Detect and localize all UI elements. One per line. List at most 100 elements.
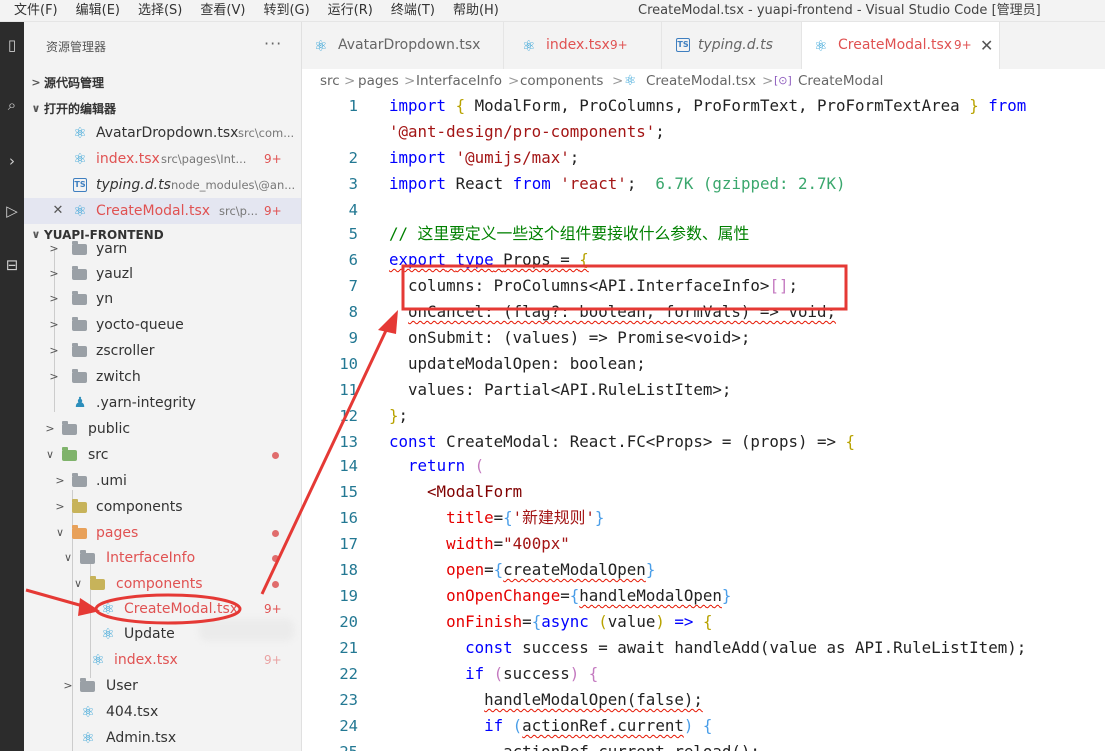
code-line: width="400px" bbox=[446, 534, 570, 553]
tab-typing[interactable]: TS typing.d.ts bbox=[662, 22, 802, 69]
chevron-down-icon: ∨ bbox=[73, 577, 83, 590]
line-number: 24 bbox=[339, 717, 358, 735]
code-line: if (success) { bbox=[465, 664, 599, 683]
code-line: handleModalOpen(false); bbox=[484, 690, 703, 709]
tree-item-folder[interactable]: > User bbox=[24, 673, 301, 699]
folder-icon bbox=[72, 525, 87, 539]
line-number: 9 bbox=[348, 329, 358, 347]
tree-item-folder[interactable]: > zscroller bbox=[24, 338, 301, 364]
source-control-icon[interactable]: › bbox=[0, 152, 24, 170]
react-icon: ⚛ bbox=[73, 124, 87, 142]
chevron-right-icon: > bbox=[762, 73, 774, 89]
breadcrumb-item[interactable]: pages bbox=[358, 69, 399, 93]
menu-file[interactable]: 文件(F) bbox=[0, 0, 67, 22]
menu-help[interactable]: 帮助(H) bbox=[444, 0, 508, 22]
tree-item-file[interactable]: ⚛ Admin.tsx bbox=[24, 725, 301, 751]
open-editor-path: src\pages\Int... bbox=[161, 152, 247, 166]
tree-item-folder[interactable]: ∨ InterfaceInfo bbox=[24, 545, 301, 571]
folder-icon bbox=[80, 678, 95, 692]
folder-icon bbox=[62, 447, 77, 461]
line-number: 11 bbox=[339, 381, 358, 399]
tree-item-folder[interactable]: > yn bbox=[24, 286, 301, 312]
tree-item-label: yocto-queue bbox=[96, 317, 184, 333]
tree-item-label: User bbox=[106, 678, 138, 694]
breadcrumb-item[interactable]: CreateModal.tsx bbox=[646, 69, 756, 93]
tree-item-folder[interactable]: > .umi bbox=[24, 468, 301, 494]
extensions-icon[interactable]: ⊟ bbox=[0, 256, 24, 274]
tree-item-file[interactable]: ⚛ index.tsx 9+ bbox=[24, 647, 301, 673]
tree-item-folder[interactable]: > public bbox=[24, 416, 301, 442]
open-editor-item[interactable]: TS typing.d.ts node_modules\@an... bbox=[24, 172, 301, 198]
line-number: 2 bbox=[348, 149, 358, 167]
react-icon: ⚛ bbox=[522, 37, 536, 55]
react-icon: ⚛ bbox=[73, 150, 87, 168]
chevron-right-icon: > bbox=[49, 292, 59, 305]
open-editor-item[interactable]: ⚛ index.tsx src\pages\Int... 9+ bbox=[24, 146, 301, 172]
breadcrumb-item[interactable]: src bbox=[320, 69, 340, 93]
editor-area: ⚛ AvatarDropdown.tsx ⚛ index.tsx 9+ TS t… bbox=[302, 22, 1105, 751]
chevron-down-icon: ∨ bbox=[31, 102, 41, 115]
chevron-right-icon: > bbox=[49, 267, 59, 280]
typescript-icon: TS bbox=[73, 178, 87, 192]
react-icon: ⚛ bbox=[81, 729, 95, 747]
code-line: '@ant-design/pro-components'; bbox=[389, 122, 665, 141]
code-comment: // 这里要定义一些这个组件要接收什么参数、属性 bbox=[389, 224, 750, 243]
tree-item-folder[interactable]: ∨ src bbox=[24, 442, 301, 468]
tree-item-folder[interactable]: > yocto-queue bbox=[24, 312, 301, 338]
code-line: }; bbox=[389, 406, 409, 425]
react-icon: ⚛ bbox=[81, 703, 95, 721]
breadcrumb-item[interactable]: InterfaceInfo bbox=[416, 69, 502, 93]
menu-view[interactable]: 查看(V) bbox=[191, 0, 254, 22]
tab-label: CreateModal.tsx bbox=[838, 37, 953, 53]
close-icon[interactable]: ✕ bbox=[52, 198, 64, 224]
menu-run[interactable]: 运行(R) bbox=[319, 0, 382, 22]
tab-index[interactable]: ⚛ index.tsx 9+ bbox=[504, 22, 662, 69]
open-editor-path: src\p... bbox=[219, 204, 258, 218]
code-line: onCancel: (flag?: boolean, formVals) => … bbox=[408, 302, 837, 321]
open-editor-item-active[interactable]: ✕ ⚛ CreateModal.tsx src\p... 9+ bbox=[24, 198, 301, 224]
menu-edit[interactable]: 编辑(E) bbox=[67, 0, 129, 22]
chevron-down-icon: ∨ bbox=[55, 526, 65, 539]
menu-selection[interactable]: 选择(S) bbox=[129, 0, 191, 22]
tree-item-folder[interactable]: > yauzl bbox=[24, 261, 301, 287]
code-line: import '@umijs/max'; bbox=[389, 148, 580, 167]
breadcrumb-item[interactable]: components bbox=[520, 69, 603, 93]
more-icon[interactable]: ··· bbox=[264, 34, 282, 53]
tree-item-folder[interactable]: > components bbox=[24, 494, 301, 520]
code-line: onSubmit: (values) => Promise<void>; bbox=[408, 328, 751, 347]
tab-avatar-dropdown[interactable]: ⚛ AvatarDropdown.tsx bbox=[302, 22, 504, 69]
modified-dot bbox=[272, 530, 279, 537]
menu-go[interactable]: 转到(G) bbox=[254, 0, 318, 22]
tree-item-label: yarn bbox=[96, 241, 128, 257]
tree-item-folder[interactable]: > yarn bbox=[24, 236, 301, 262]
explorer-icon[interactable]: ▯ bbox=[0, 36, 24, 54]
run-debug-icon[interactable]: ▷ bbox=[0, 202, 24, 220]
code-line: onFinish={async (value) => { bbox=[446, 612, 713, 631]
tree-item-folder[interactable]: ∨ pages bbox=[24, 520, 301, 546]
tree-item-file[interactable]: ⚛ 404.tsx bbox=[24, 699, 301, 725]
code-line: <ModalForm bbox=[427, 482, 523, 501]
chevron-right-icon: > bbox=[49, 344, 59, 357]
code-line: return ( bbox=[408, 456, 485, 475]
tree-item-folder[interactable]: > zwitch bbox=[24, 364, 301, 390]
section-open-editors[interactable]: ∨ 打开的编辑器 bbox=[24, 96, 301, 122]
line-number: 20 bbox=[339, 613, 358, 631]
search-icon[interactable]: ⌕ bbox=[0, 96, 24, 114]
line-number: 14 bbox=[339, 457, 358, 475]
chevron-right-icon: > bbox=[49, 242, 59, 255]
tree-item-file[interactable]: ♟ .yarn-integrity bbox=[24, 390, 301, 416]
tab-create-modal[interactable]: ⚛ CreateModal.tsx 9+ ✕ bbox=[802, 22, 1000, 69]
open-editor-name: CreateModal.tsx bbox=[96, 203, 211, 219]
code-line: if (actionRef.current) { bbox=[484, 716, 713, 735]
open-editor-item[interactable]: ⚛ AvatarDropdown.tsx src\com... bbox=[24, 120, 301, 146]
code-area[interactable]: 1 2 3 4 5 6 7 8 9 10 11 12 13 14 15 16 1… bbox=[302, 93, 1105, 751]
tree-item-folder[interactable]: ∨ components bbox=[24, 571, 301, 597]
section-source-control[interactable]: > 源代码管理 bbox=[24, 70, 301, 96]
tree-item-label: .umi bbox=[96, 473, 127, 489]
close-icon[interactable]: ✕ bbox=[980, 22, 993, 69]
folder-icon bbox=[72, 343, 87, 357]
menu-terminal[interactable]: 终端(T) bbox=[382, 0, 444, 22]
code-line: values: Partial<API.RuleListItem>; bbox=[408, 380, 732, 399]
code-line: onOpenChange={handleModalOpen} bbox=[446, 586, 732, 605]
breadcrumb-item[interactable]: CreateModal bbox=[798, 69, 883, 93]
